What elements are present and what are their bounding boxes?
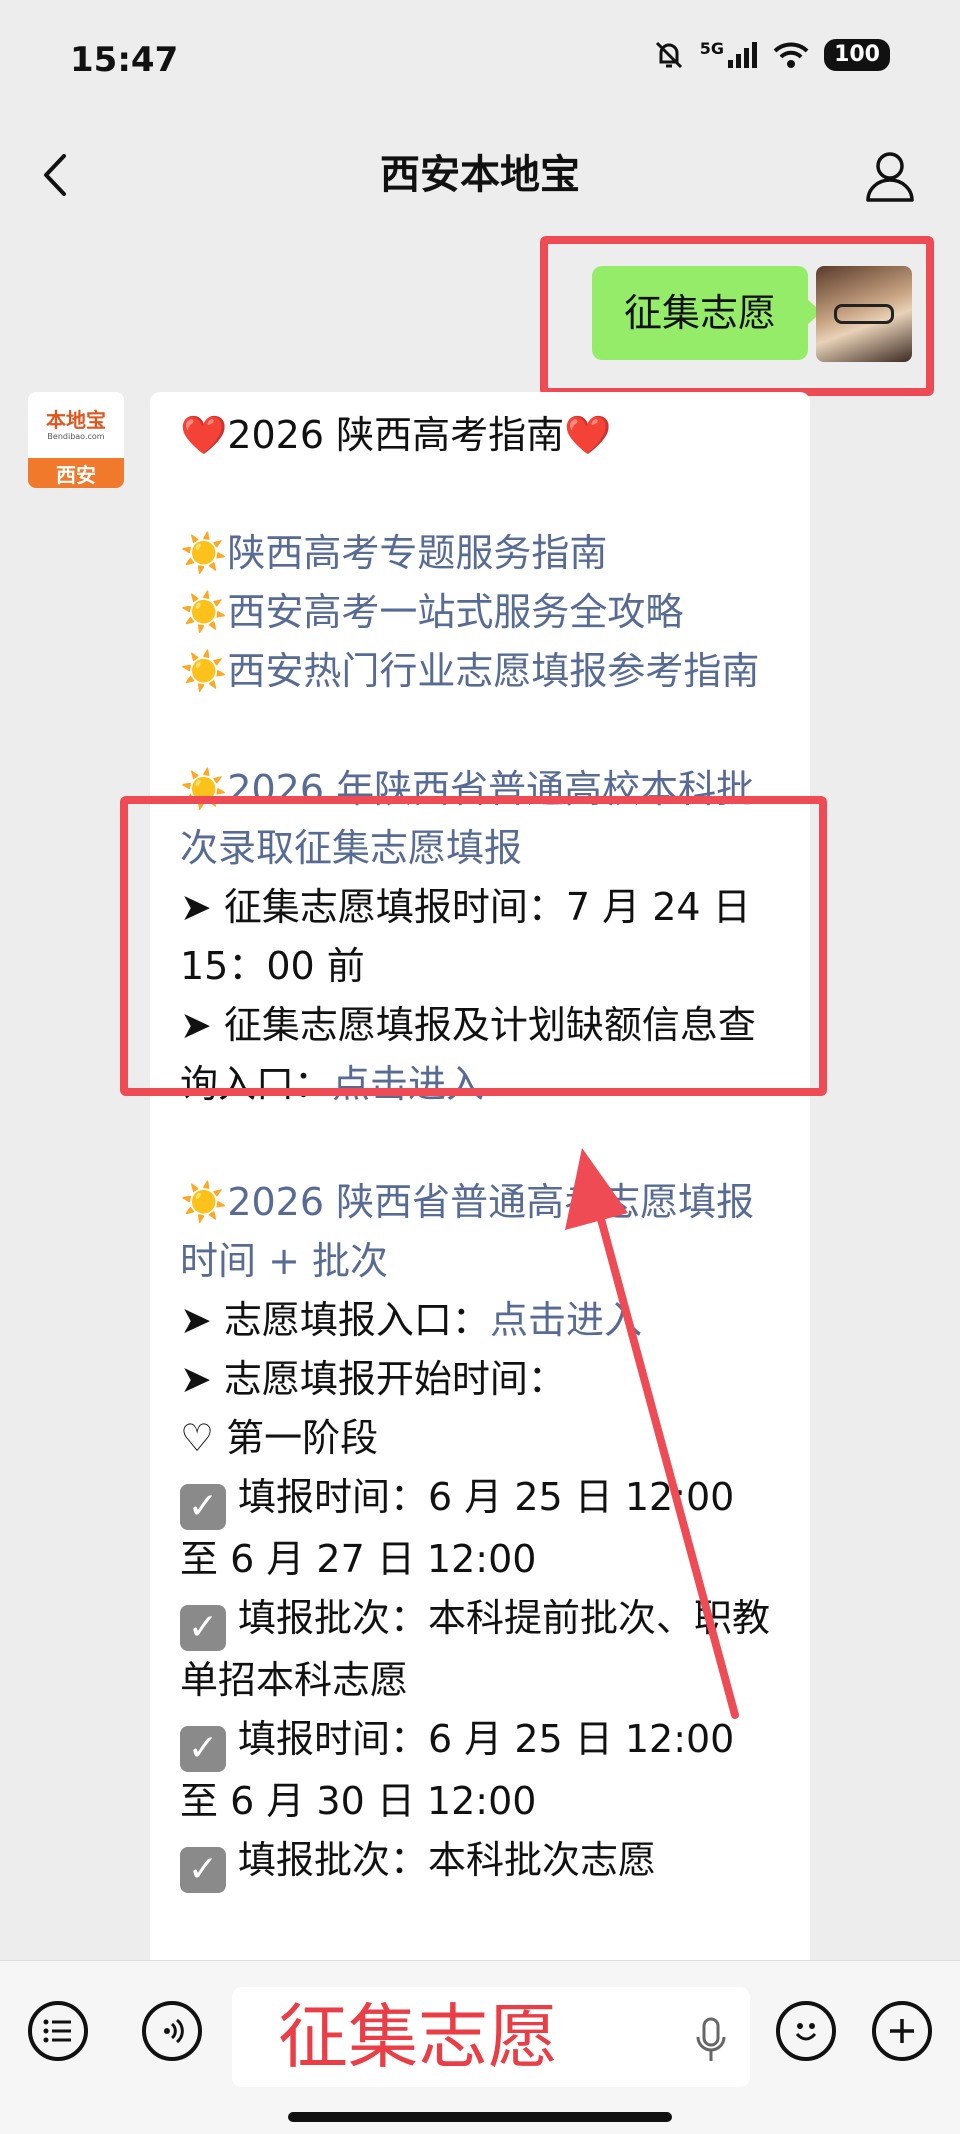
- network-label: 5G: [699, 38, 725, 58]
- highlight-box-sent: [540, 236, 934, 396]
- plus-icon[interactable]: [872, 2001, 932, 2061]
- voice-icon[interactable]: [142, 2001, 202, 2061]
- check-item: ✓ 填报时间：6 月 25 日 12:00 至 6 月 30 日 12:00: [180, 1717, 735, 1823]
- received-message-bubble: ❤️2026 陕西高考指南❤️ ☀️陕西高考专题服务指南 ☀️西安高考一站式服务…: [150, 392, 810, 1960]
- checkbox-icon: ✓: [180, 1484, 226, 1530]
- input-bar: 征集志愿: [0, 1960, 960, 2134]
- bot-avatar[interactable]: 本地宝 Bendibao.com 西安: [28, 392, 124, 488]
- check-item: ✓ 填报时间：6 月 25 日 12:00 至 6 月 27 日 12:00: [180, 1475, 735, 1581]
- mic-icon[interactable]: [694, 2015, 728, 2065]
- chat-area[interactable]: 征集志愿 本地宝 Bendibao.com 西安 ❤️2026 陕西高考指南❤️…: [0, 230, 960, 1960]
- bot-avatar-domain: Bendibao.com: [47, 432, 105, 441]
- wifi-icon: [773, 42, 809, 68]
- message-heading: ❤️2026 陕西高考指南❤️: [180, 413, 612, 457]
- checkbox-icon: ✓: [180, 1605, 226, 1651]
- nav-bar: 西安本地宝: [0, 120, 960, 230]
- bot-avatar-logo: 本地宝: [46, 408, 106, 432]
- arrow-right-icon: ➤: [180, 1357, 224, 1401]
- mute-bell-icon: [655, 41, 682, 69]
- sun-icon: ☀️: [180, 649, 228, 693]
- arrow-right-icon: ➤: [180, 1298, 224, 1342]
- battery-icon: 100: [824, 39, 890, 71]
- start-time-line: ➤ 志愿填报开始时间：: [180, 1357, 566, 1401]
- page-title: 西安本地宝: [380, 152, 580, 198]
- list-icon[interactable]: [28, 2001, 88, 2061]
- sun-icon: ☀️: [180, 531, 228, 575]
- signal-icon: [728, 42, 758, 68]
- home-indicator[interactable]: [288, 2112, 672, 2122]
- guide-link-1[interactable]: ☀️陕西高考专题服务指南: [180, 524, 782, 583]
- status-bar: 15:47 5G 100: [0, 0, 960, 120]
- checkbox-icon: ✓: [180, 1726, 226, 1772]
- guide-link-2[interactable]: ☀️西安高考一站式服务全攻略: [180, 583, 782, 642]
- highlight-box-section1: [120, 796, 827, 1096]
- guide-link-3[interactable]: ☀️西安热门行业志愿填报参考指南: [180, 642, 782, 701]
- section2-title-link[interactable]: ☀️2026 陕西省普通高考志愿填报时间 + 批次: [180, 1173, 782, 1291]
- entry-line: ➤ 志愿填报入口：点击进入: [180, 1298, 642, 1342]
- sun-icon: ☀️: [180, 1180, 228, 1224]
- bot-avatar-city: 西安: [28, 458, 124, 488]
- message-input[interactable]: 征集志愿: [232, 1987, 750, 2087]
- status-time: 15:47: [70, 40, 179, 80]
- check-item: ✓ 填报批次：本科提前批次、职教单招本科志愿: [180, 1596, 771, 1702]
- emoji-icon[interactable]: [776, 2001, 836, 2061]
- checkbox-icon: ✓: [180, 1847, 226, 1893]
- check-item: ✓ 填报批次：本科批次志愿: [180, 1831, 782, 1893]
- status-icons: 5G 100: [652, 38, 890, 72]
- message-input-value: 征集志愿: [278, 1996, 558, 2078]
- phase-label: ♡ 第一阶段: [180, 1416, 379, 1460]
- entry-link[interactable]: 点击进入: [490, 1298, 642, 1342]
- sun-icon: ☀️: [180, 590, 228, 634]
- person-icon[interactable]: [860, 146, 920, 206]
